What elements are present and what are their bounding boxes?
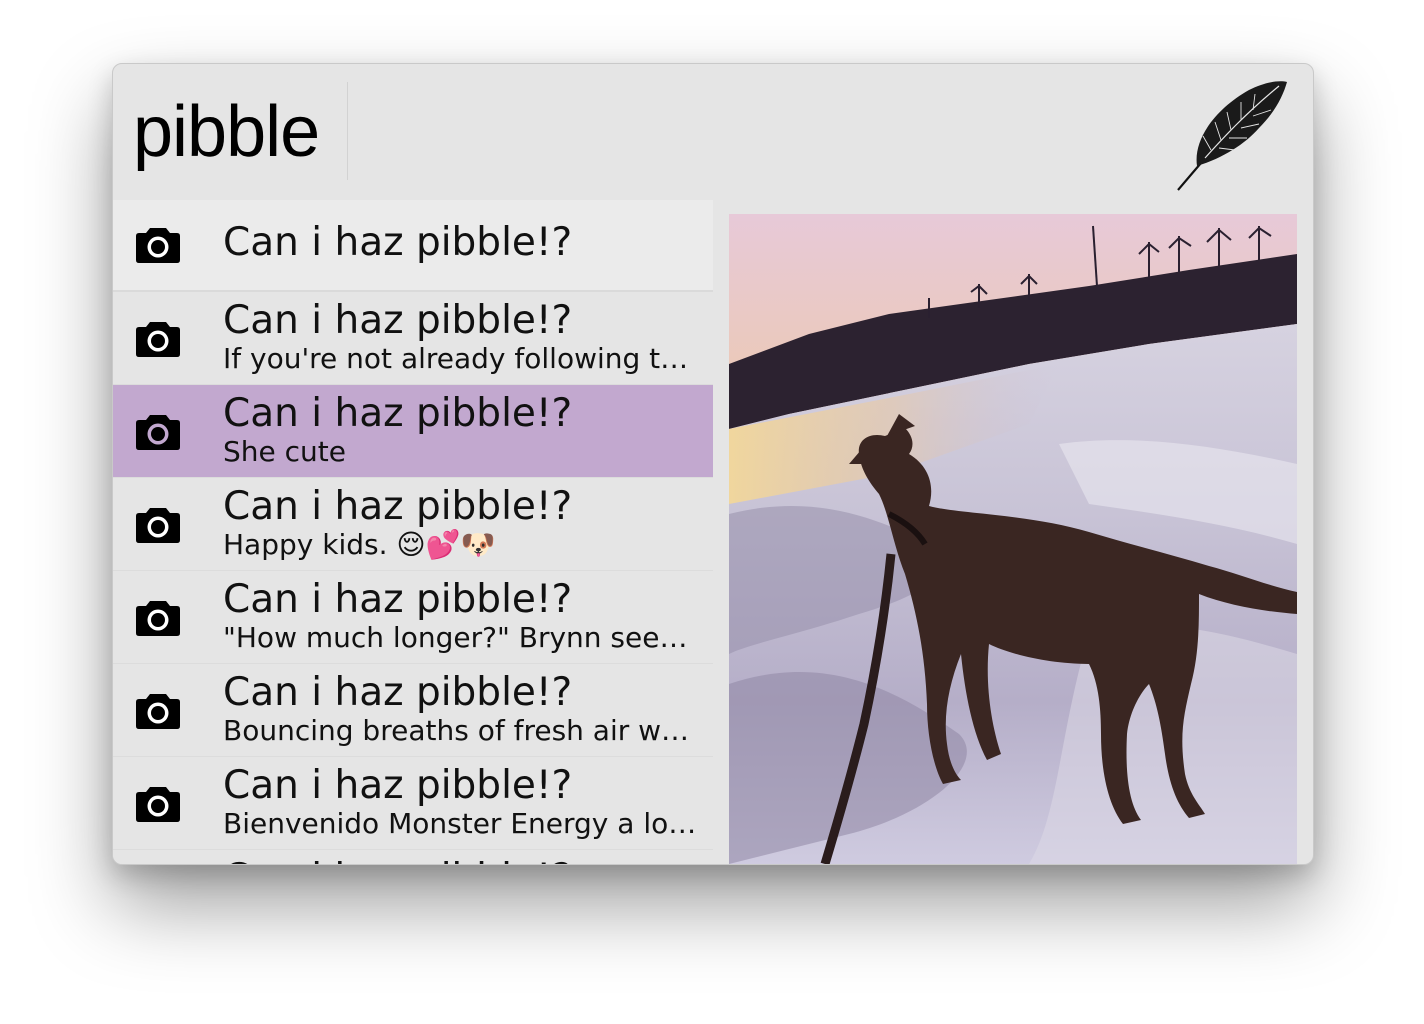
result-subtitle: Bouncing breaths of fresh air w… — [223, 714, 690, 747]
result-subtitle: If you're not already following t… — [223, 342, 689, 375]
camera-icon — [136, 322, 180, 357]
camera-icon — [136, 508, 180, 543]
result-subtitle: Happy kids. 😌💕🐶 — [223, 528, 496, 561]
camera-icon — [136, 415, 180, 450]
result-title: Can i haz pibble!? — [223, 763, 573, 808]
result-row[interactable]: Can i haz pibble!? If you're not already… — [113, 292, 713, 385]
result-row[interactable]: Can i haz pibble!? — [113, 200, 713, 292]
search-input[interactable] — [131, 78, 1153, 186]
text-cursor — [347, 82, 348, 180]
search-window: Can i haz pibble!? Can i haz pibble!? If… — [112, 63, 1314, 865]
result-row[interactable]: Can i haz pibble!? "How much longer?" Br… — [113, 571, 713, 664]
result-row[interactable]: Can i haz pibble!? — [113, 850, 713, 864]
preview-image — [729, 214, 1297, 864]
camera-icon — [136, 601, 180, 636]
result-title: Can i haz pibble!? — [223, 220, 573, 265]
search-bar — [113, 64, 1313, 200]
result-row[interactable]: Can i haz pibble!? Bouncing breaths of f… — [113, 664, 713, 757]
result-title: Can i haz pibble!? — [223, 391, 573, 436]
result-title: Can i haz pibble!? — [223, 484, 573, 529]
camera-icon — [136, 228, 180, 263]
result-row[interactable]: Can i haz pibble!? Bienvenido Monster En… — [113, 757, 713, 850]
results-list: Can i haz pibble!? Can i haz pibble!? If… — [113, 200, 713, 864]
result-subtitle: She cute — [223, 435, 346, 468]
result-title: Can i haz pibble!? — [223, 298, 573, 343]
feather-icon — [1177, 81, 1287, 191]
result-row-selected[interactable]: Can i haz pibble!? She cute — [113, 385, 713, 478]
dog-on-frozen-lake-photo — [729, 214, 1297, 864]
result-row[interactable]: Can i haz pibble!? Happy kids. 😌💕🐶 — [113, 478, 713, 571]
result-title: Can i haz pibble!? — [223, 577, 573, 622]
result-title: Can i haz pibble!? — [223, 856, 713, 864]
camera-icon — [136, 694, 180, 729]
camera-icon — [136, 787, 180, 822]
result-title: Can i haz pibble!? — [223, 670, 573, 715]
result-subtitle: "How much longer?" Brynn see… — [223, 621, 688, 654]
result-subtitle: Bienvenido Monster Energy a lo… — [223, 807, 697, 840]
